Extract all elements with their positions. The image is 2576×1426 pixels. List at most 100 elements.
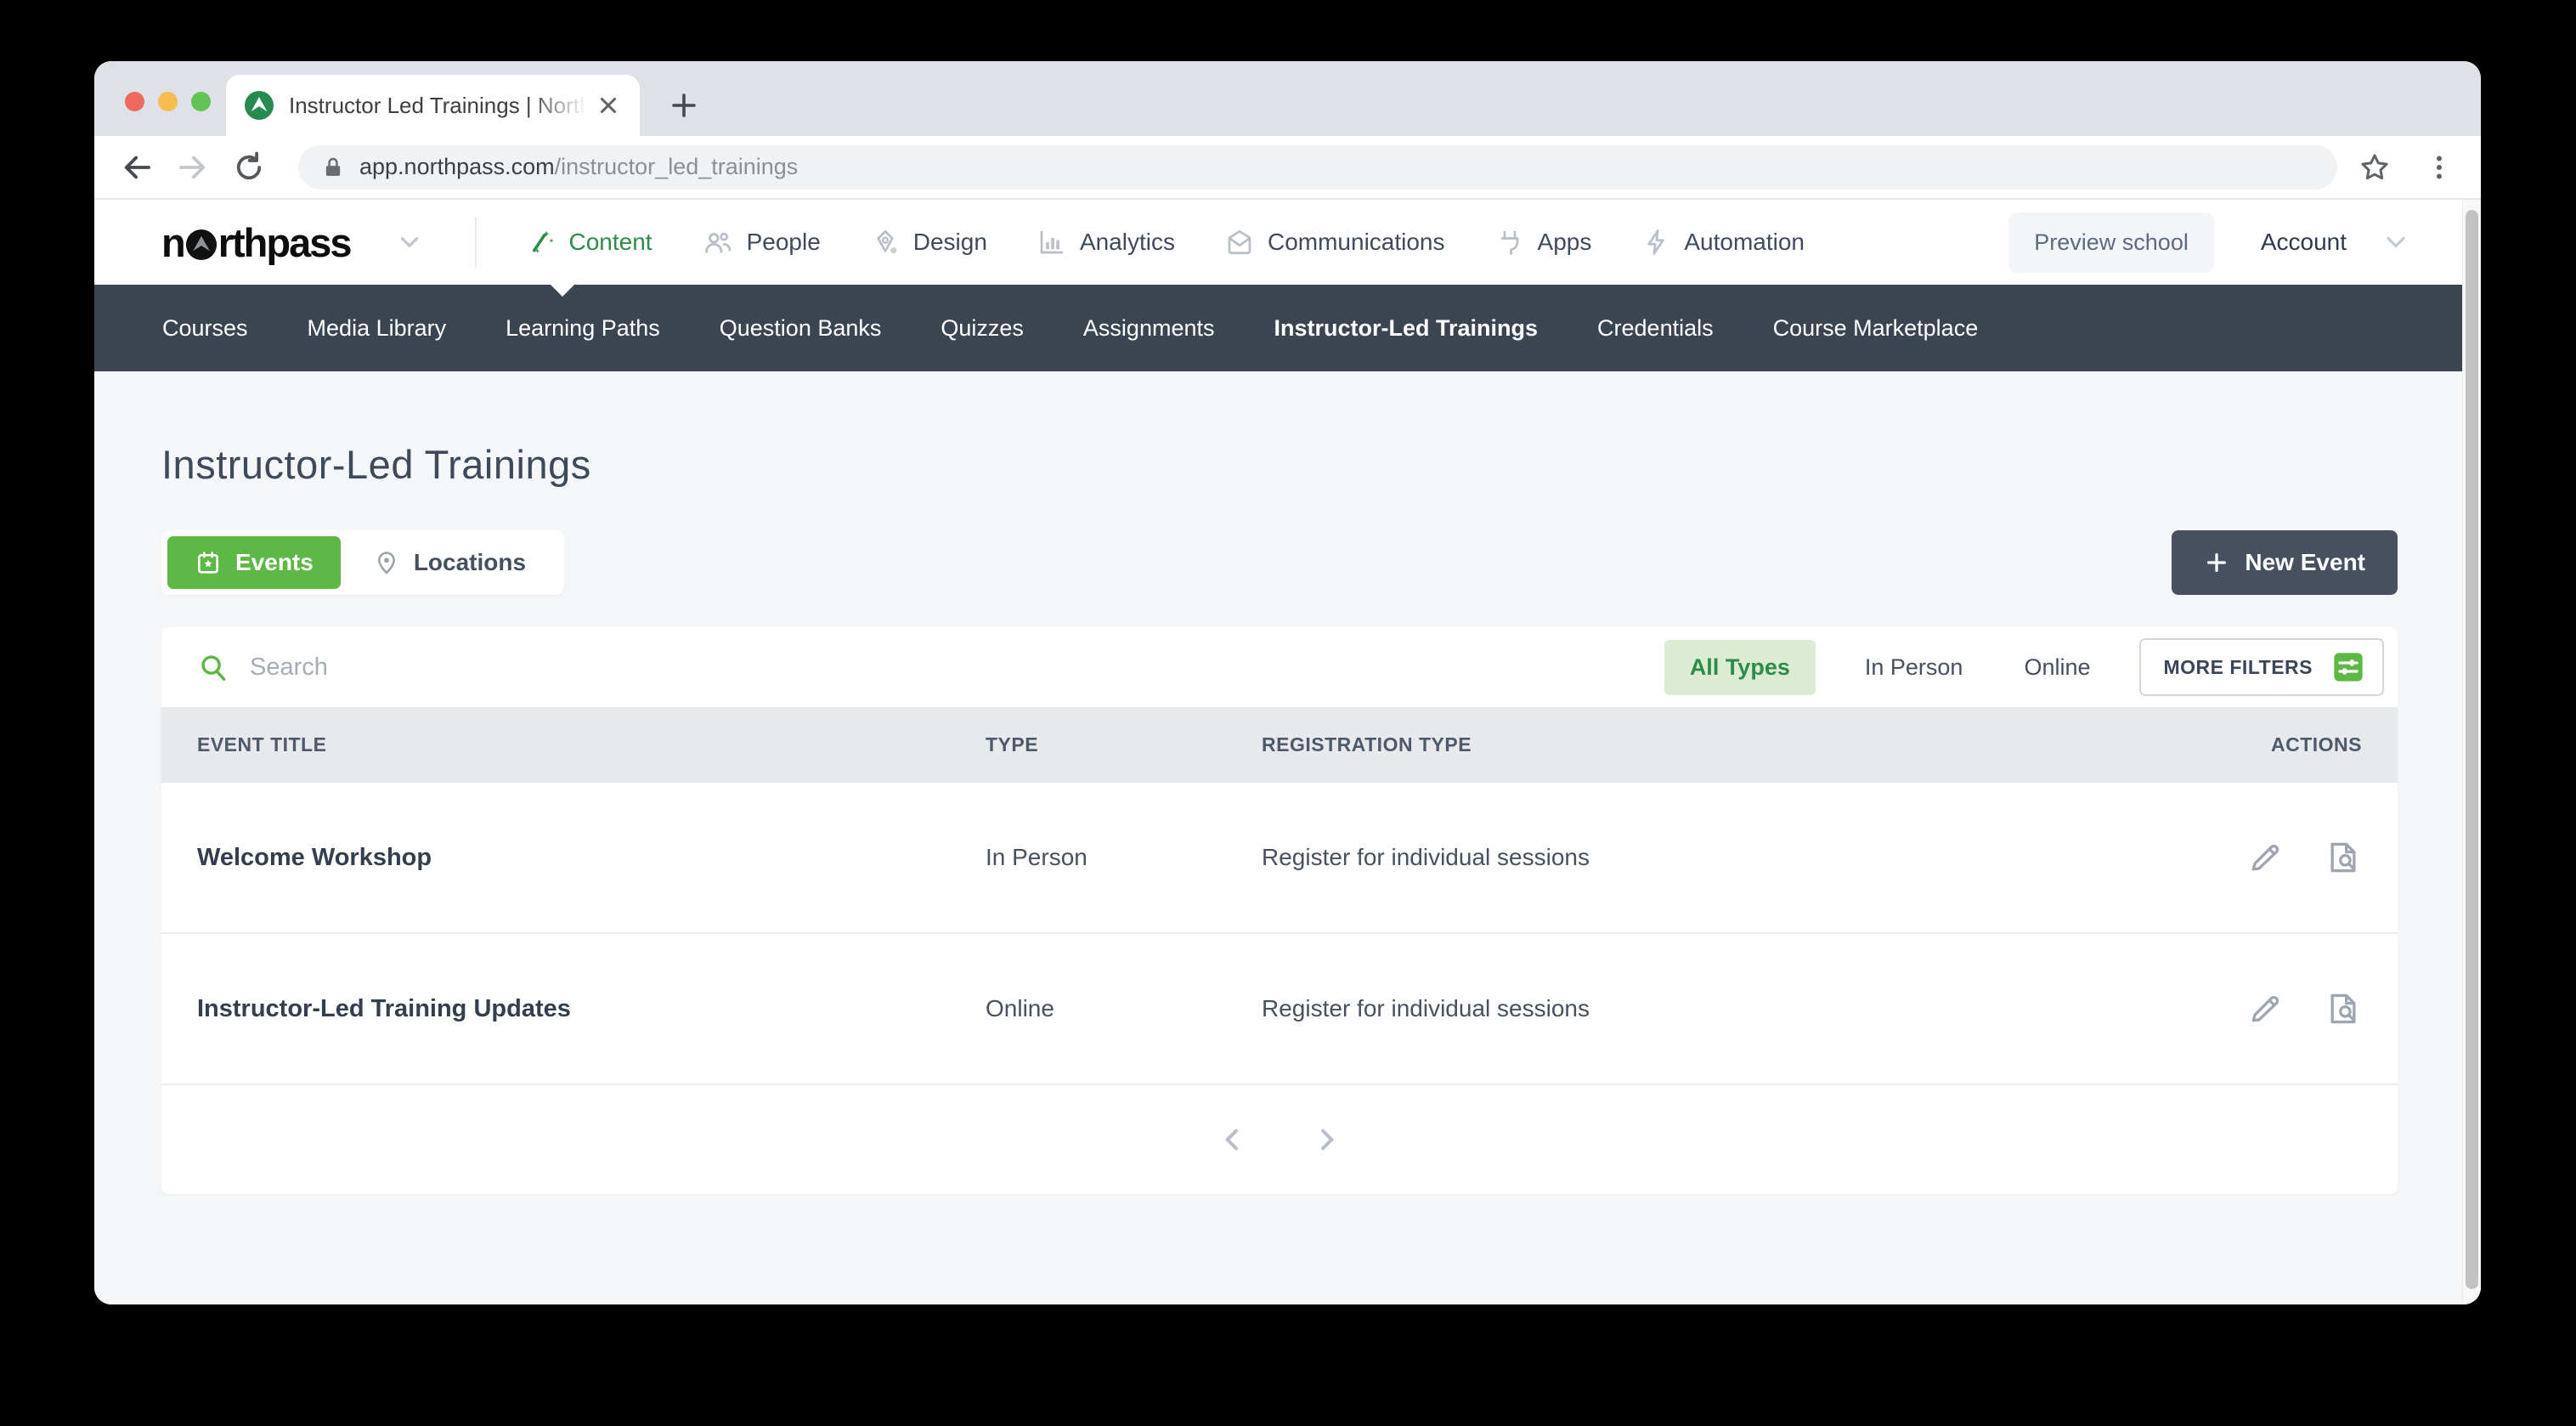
nav-item-label: Automation (1684, 229, 1805, 256)
chevron-right-icon (1310, 1123, 1342, 1156)
nav-item-automation[interactable]: Automation (1641, 227, 1805, 257)
minimize-window-button[interactable] (158, 92, 178, 111)
account-chevron-down-icon (2381, 227, 2411, 257)
edit-pencil-icon[interactable] (2246, 990, 2284, 1027)
browser-tab[interactable]: Instructor Led Trainings | North (226, 75, 640, 136)
new-event-label: New Event (2245, 549, 2365, 576)
table-header-row: EVENT TITLE TYPE REGISTRATION TYPE ACTIO… (161, 707, 2398, 783)
event-title-cell: Welcome Workshop (197, 844, 986, 872)
nav-item-label: Content (569, 229, 652, 256)
content-sub-nav: Courses Media Library Learning Paths Que… (94, 285, 2462, 371)
more-filters-button[interactable]: MORE FILTERS (2139, 638, 2384, 696)
subnav-item-question-banks[interactable]: Question Banks (690, 315, 912, 342)
search-box (197, 651, 1664, 683)
locations-tab-label: Locations (414, 549, 526, 576)
event-title-cell: Instructor-Led Training Updates (197, 995, 986, 1023)
search-input[interactable] (248, 653, 843, 682)
nav-item-analytics[interactable]: Analytics (1037, 227, 1175, 257)
filter-in-person[interactable]: In Person (1853, 654, 1975, 681)
map-pin-icon (373, 549, 400, 576)
column-header-event-title: EVENT TITLE (197, 733, 986, 756)
nav-item-design[interactable]: Design (870, 227, 987, 257)
url-bar[interactable]: app.northpass.com/instructor_led_trainin… (298, 145, 2337, 190)
analytics-icon (1037, 227, 1067, 257)
reload-icon (231, 150, 267, 185)
page-title: Instructor-Led Trainings (161, 441, 2398, 488)
preview-school-button[interactable]: Preview school (2008, 212, 2214, 273)
tab-title: Instructor Led Trainings | North (289, 93, 587, 119)
browser-window: Instructor Led Trainings | North (94, 61, 2481, 1304)
subnav-item-assignments[interactable]: Assignments (1054, 315, 1245, 342)
previous-page-button[interactable] (1214, 1121, 1251, 1158)
people-icon (702, 226, 734, 258)
more-filters-label: MORE FILTERS (2163, 656, 2313, 679)
nav-item-people[interactable]: People (702, 226, 821, 258)
nav-item-content[interactable]: Content (526, 227, 652, 257)
plug-icon (1494, 227, 1525, 257)
fullscreen-window-button[interactable] (191, 92, 211, 111)
calendar-star-icon (195, 549, 222, 576)
new-tab-button[interactable] (665, 87, 703, 124)
subnav-item-learning-paths[interactable]: Learning Paths (476, 315, 690, 342)
registration-type-cell: Register for individual sessions (1262, 844, 2246, 871)
divider (475, 217, 477, 268)
back-button[interactable] (118, 149, 155, 186)
app-top-nav: n rthpass Cont (94, 200, 2462, 285)
logo-text: n (161, 219, 184, 266)
scrollbar[interactable] (2462, 200, 2481, 1304)
school-switcher-chevron-icon[interactable] (395, 228, 424, 257)
reload-button[interactable] (230, 149, 268, 186)
app-viewport: n rthpass Cont (94, 200, 2462, 1304)
nav-item-label: People (747, 229, 821, 256)
close-window-button[interactable] (125, 92, 144, 111)
events-table-card: All Types In Person Online MORE FILTERS (161, 627, 2398, 1194)
account-menu[interactable]: Account (2261, 227, 2411, 257)
registration-type-cell: Register for individual sessions (1262, 995, 2246, 1022)
next-page-button[interactable] (1308, 1121, 1345, 1158)
browser-menu-kebab-icon[interactable] (2424, 152, 2455, 183)
wand-icon (526, 227, 556, 257)
nav-item-apps[interactable]: Apps (1494, 227, 1592, 257)
preview-document-icon[interactable] (2325, 839, 2362, 876)
subnav-item-credentials[interactable]: Credentials (1568, 315, 1743, 342)
logo-text: rthpass (218, 219, 351, 266)
nav-item-label: Analytics (1080, 229, 1175, 256)
subnav-item-course-marketplace[interactable]: Course Marketplace (1743, 315, 2008, 342)
table-row[interactable]: Instructor-Led Training Updates Online R… (161, 934, 2398, 1085)
forward-button[interactable] (174, 149, 212, 186)
column-header-registration-type: REGISTRATION TYPE (1262, 733, 2271, 756)
browser-tab-strip: Instructor Led Trainings | North (94, 61, 2481, 136)
events-locations-toggle: Events Locations (161, 530, 564, 595)
locations-tab[interactable]: Locations (341, 536, 558, 589)
lock-icon (320, 155, 346, 180)
tab-close-icon[interactable] (596, 93, 621, 118)
nav-item-label: Apps (1538, 229, 1592, 256)
subnav-item-media-library[interactable]: Media Library (278, 315, 477, 342)
new-event-button[interactable]: New Event (2172, 530, 2398, 595)
envelope-icon (1224, 227, 1255, 257)
bookmark-star-icon[interactable] (2358, 150, 2392, 184)
page-content: Instructor-Led Trainings Events (94, 441, 2462, 1194)
subnav-item-quizzes[interactable]: Quizzes (911, 315, 1054, 342)
nav-item-communications[interactable]: Communications (1224, 227, 1445, 257)
filter-all-types[interactable]: All Types (1664, 640, 1816, 695)
events-tab[interactable]: Events (167, 536, 341, 589)
preview-document-icon[interactable] (2325, 990, 2362, 1027)
scrollbar-thumb[interactable] (2466, 210, 2478, 1289)
northpass-favicon-icon (245, 91, 274, 120)
northpass-logo[interactable]: n rthpass (161, 219, 351, 266)
table-row[interactable]: Welcome Workshop In Person Register for … (161, 783, 2398, 934)
subnav-item-instructor-led-trainings[interactable]: Instructor-Led Trainings (1245, 315, 1568, 342)
events-tab-label: Events (235, 549, 314, 576)
plus-icon (669, 90, 699, 121)
url-text: app.northpass.com/instructor_led_trainin… (359, 154, 798, 180)
nav-item-label: Design (913, 229, 987, 256)
northpass-logo-mark-icon (185, 229, 217, 261)
account-label: Account (2261, 229, 2347, 256)
subnav-item-courses[interactable]: Courses (133, 315, 278, 342)
column-header-type: TYPE (986, 733, 1262, 756)
active-nav-caret (550, 284, 575, 297)
design-icon (870, 227, 901, 257)
filter-online[interactable]: Online (2012, 654, 2102, 681)
edit-pencil-icon[interactable] (2246, 839, 2284, 876)
